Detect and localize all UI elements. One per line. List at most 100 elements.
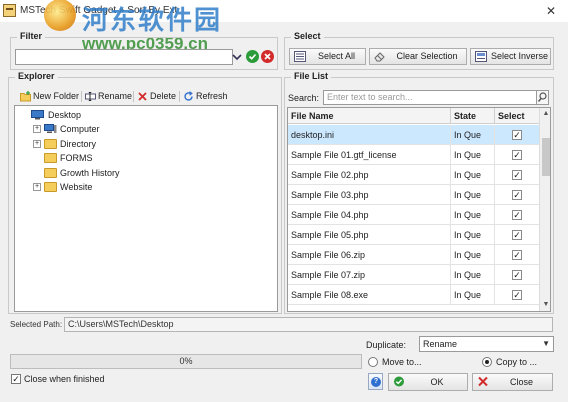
search-input[interactable]: Enter text to search... [323, 90, 537, 105]
expand-toggle[interactable]: + [33, 140, 41, 148]
close-when-finished-checkbox[interactable]: ✓ [11, 374, 21, 384]
filter-group-title: Filter [17, 31, 46, 41]
progress-bar: 0% [10, 354, 362, 369]
window-close-button[interactable]: ✕ [538, 3, 564, 19]
row-select-checkbox[interactable]: ✓ [512, 210, 522, 220]
tree-item-computer[interactable]: + Computer [33, 122, 123, 136]
table-row[interactable]: Sample File 02.php In Que ✓ [288, 165, 539, 185]
help-button[interactable]: ? [368, 373, 383, 390]
select-inverse-button[interactable]: Select Inverse [470, 48, 551, 65]
computer-icon [44, 124, 57, 133]
search-button[interactable] [536, 90, 549, 105]
delete-icon [138, 92, 147, 101]
column-header-file-name[interactable]: File Name [288, 108, 451, 124]
ok-button[interactable]: OK [388, 373, 468, 391]
select-group-title: Select [291, 31, 324, 41]
row-select-checkbox[interactable]: ✓ [512, 170, 522, 180]
cell-state: In Que [451, 205, 495, 225]
table-row[interactable]: desktop.ini In Que ✓ [288, 125, 539, 145]
table-row[interactable]: Sample File 06.zip In Que ✓ [288, 245, 539, 265]
duplicate-select[interactable]: Rename ▼ [419, 336, 554, 352]
cell-state: In Que [451, 165, 495, 185]
toolbar-separator [179, 91, 180, 102]
tree-item-directory[interactable]: + Directory [33, 137, 123, 151]
cell-state: In Que [451, 145, 495, 165]
new-folder-icon [20, 91, 31, 102]
cell-file-name: desktop.ini [288, 125, 451, 145]
cell-file-name: Sample File 06.zip [288, 245, 451, 265]
explorer-group-title: Explorer [15, 71, 58, 81]
apply-filter-button[interactable] [246, 50, 259, 63]
check-icon [394, 376, 404, 387]
folder-tree[interactable]: Desktop + Computer + Directory FORMS Gro… [14, 105, 278, 312]
close-icon [478, 376, 488, 387]
close-button[interactable]: Close [472, 373, 553, 391]
row-select-checkbox[interactable]: ✓ [512, 250, 522, 260]
cell-file-name: Sample File 02.php [288, 165, 451, 185]
scrollbar-thumb[interactable] [542, 138, 550, 176]
cell-file-name: Sample File 08.exe [288, 285, 451, 305]
duplicate-label: Duplicate: [366, 340, 407, 350]
watermark-text: 河东软件园 [82, 5, 223, 35]
table-row[interactable]: Sample File 08.exe In Que ✓ [288, 285, 539, 305]
cell-state: In Que [451, 225, 495, 245]
tree-item-desktop[interactable]: Desktop [19, 108, 99, 122]
table-row[interactable]: Sample File 05.php In Que ✓ [288, 225, 539, 245]
app-icon [3, 4, 16, 17]
row-select-checkbox[interactable]: ✓ [512, 150, 522, 160]
expand-toggle[interactable]: + [33, 125, 41, 133]
search-label: Search: [288, 93, 320, 103]
file-list-group-title: File List [291, 71, 332, 81]
chevron-down-icon[interactable] [229, 49, 244, 65]
desktop-icon [31, 110, 44, 120]
grid-header: File Name State Select [288, 108, 539, 124]
tree-item-growth-history[interactable]: Growth History [33, 166, 143, 180]
folder-icon [44, 168, 57, 178]
title-bar: MSTech Swift Gadget » Sort By Ext 河东软件园 … [0, 0, 568, 35]
tree-item-forms[interactable]: FORMS [33, 151, 123, 165]
column-header-state[interactable]: State [451, 108, 495, 124]
column-header-select[interactable]: Select [495, 108, 539, 124]
folder-icon [44, 182, 57, 192]
row-select-checkbox[interactable]: ✓ [512, 190, 522, 200]
close-when-finished-label: Close when finished [24, 374, 105, 384]
check-icon [248, 53, 257, 60]
refresh-icon [184, 91, 193, 101]
cell-state: In Que [451, 245, 495, 265]
row-select-checkbox[interactable]: ✓ [512, 290, 522, 300]
cell-file-name: Sample File 05.php [288, 225, 451, 245]
vertical-scrollbar[interactable]: ▲ ▼ [539, 108, 550, 311]
scroll-down-icon[interactable]: ▼ [540, 299, 550, 311]
row-select-checkbox[interactable]: ✓ [512, 230, 522, 240]
cell-state: In Que [451, 265, 495, 285]
clear-selection-button[interactable]: Clear Selection [369, 48, 467, 65]
toolbar-separator [133, 91, 134, 102]
cell-file-name: Sample File 04.php [288, 205, 451, 225]
cell-state: In Que [451, 285, 495, 305]
watermark-logo [44, 0, 76, 31]
table-row[interactable]: Sample File 01.gtf_license In Que ✓ [288, 145, 539, 165]
folder-icon [44, 139, 57, 149]
row-select-checkbox[interactable]: ✓ [512, 130, 522, 140]
table-row[interactable]: Sample File 04.php In Que ✓ [288, 205, 539, 225]
tree-item-website[interactable]: + Website [33, 180, 123, 194]
table-row[interactable]: Sample File 07.zip In Que ✓ [288, 265, 539, 285]
filter-combo[interactable] [15, 49, 233, 65]
toolbar-separator [81, 91, 82, 102]
folder-icon [44, 153, 57, 163]
cell-state: In Que [451, 185, 495, 205]
scroll-up-icon[interactable]: ▲ [540, 108, 550, 120]
eraser-icon [374, 52, 385, 62]
table-row[interactable]: Sample File 03.php In Que ✓ [288, 185, 539, 205]
select-all-button[interactable]: Select All [289, 48, 366, 65]
cell-file-name: Sample File 07.zip [288, 265, 451, 285]
search-icon [537, 92, 547, 102]
file-grid[interactable]: File Name State Select desktop.ini In Que… [287, 107, 551, 312]
select-inverse-icon [475, 51, 487, 62]
expand-toggle[interactable]: + [33, 183, 41, 191]
row-select-checkbox[interactable]: ✓ [512, 270, 522, 280]
clear-filter-button[interactable] [261, 50, 274, 63]
selected-path-field: C:\Users\MSTech\Desktop [64, 317, 553, 332]
close-icon [264, 53, 271, 60]
radio-indicator [368, 357, 378, 367]
